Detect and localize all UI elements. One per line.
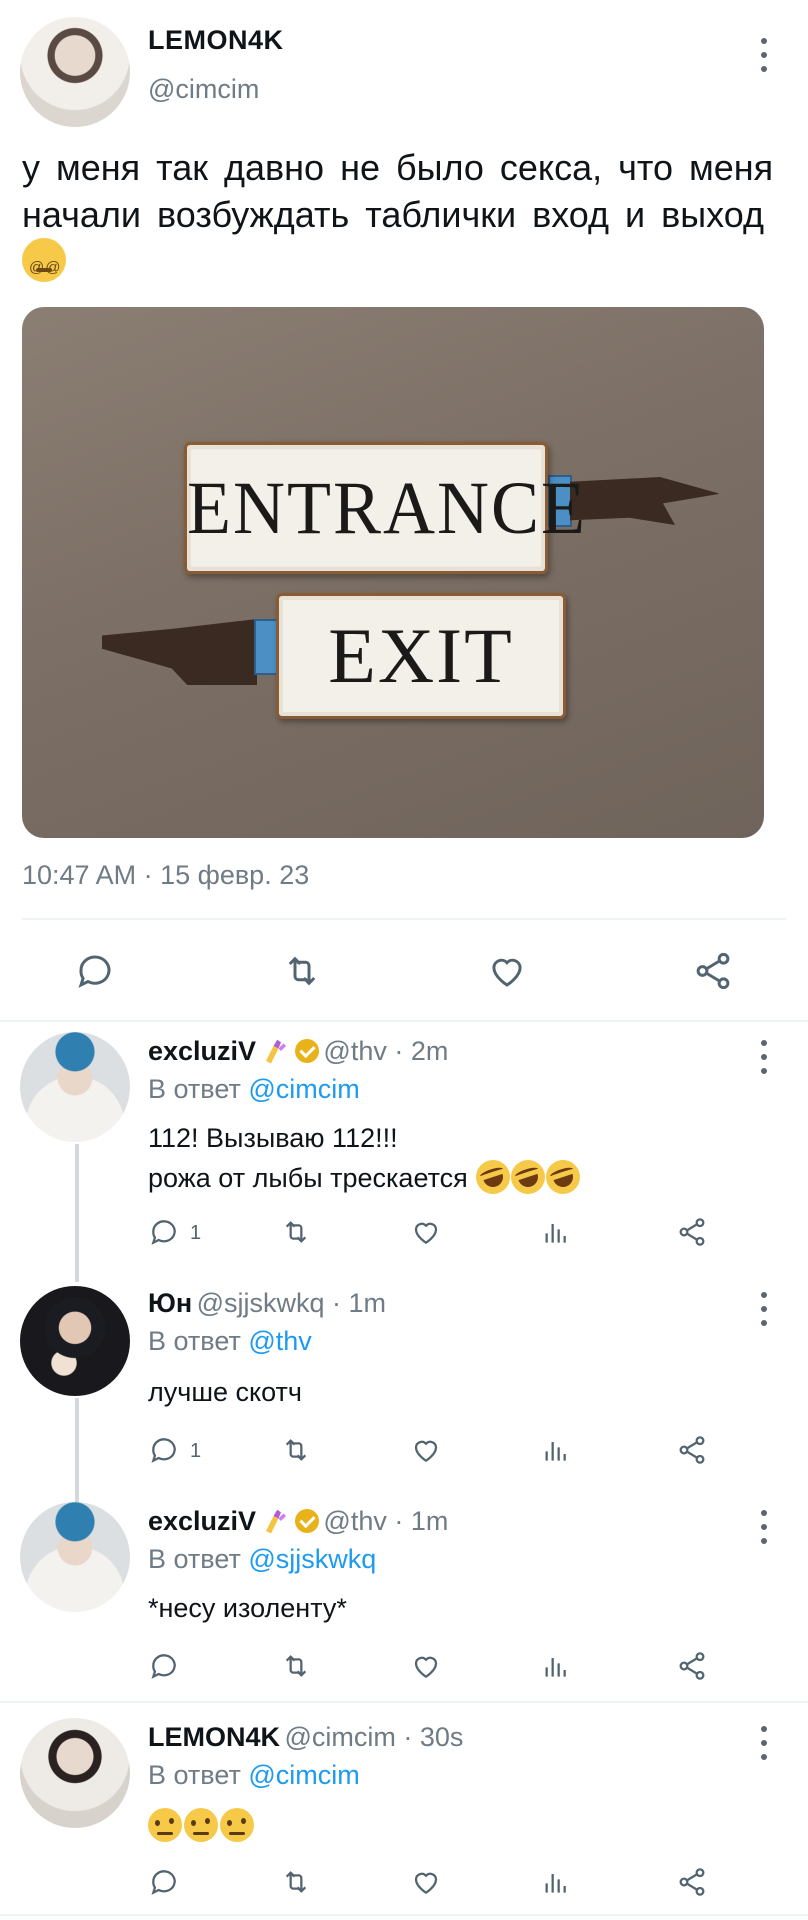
- main-author-handle[interactable]: @cimcim: [148, 74, 259, 105]
- face-with-raised-eyebrow-emoji: [220, 1808, 254, 1842]
- main-author-avatar[interactable]: [20, 17, 130, 127]
- reply-author-name[interactable]: excluziV: [148, 1036, 256, 1066]
- exit-sign: EXIT: [276, 593, 566, 719]
- share-icon[interactable]: [676, 1650, 708, 1682]
- retweet-icon[interactable]: [280, 950, 324, 992]
- like-icon[interactable]: [410, 1434, 442, 1466]
- reply-avatar[interactable]: [20, 1032, 130, 1142]
- tweet-photo[interactable]: ENTRANCE EXIT: [22, 307, 764, 838]
- views-icon[interactable]: [540, 1650, 572, 1682]
- share-icon[interactable]: [676, 1216, 708, 1248]
- pointing-hand-right-icon: [570, 477, 720, 525]
- retweet-icon[interactable]: [280, 1650, 312, 1682]
- rolling-laughing-emoji: [471, 1155, 515, 1199]
- more-options-icon[interactable]: [752, 38, 776, 72]
- reply-text-line: *несу изоленту*: [148, 1593, 347, 1623]
- thread-connector: [75, 1144, 79, 1282]
- divider: [0, 1020, 808, 1022]
- reply-header: excluziV @thv · 2m: [148, 1036, 448, 1067]
- reply-text: лучше скотч: [148, 1372, 302, 1412]
- reply-header: LEMON4K @cimcim · 30s: [148, 1722, 463, 1753]
- reply-icon[interactable]: [148, 1650, 180, 1682]
- reply-meta: @sjjskwkq · 1m: [196, 1288, 387, 1318]
- entrance-sign: ENTRANCE: [184, 441, 585, 575]
- reply-meta: @thv · 2m: [323, 1036, 449, 1066]
- reply-count: 1: [190, 1440, 202, 1462]
- replying-to-label: В ответ: [148, 1760, 249, 1790]
- nail-polish-emoji: [261, 1036, 291, 1066]
- divider: [22, 918, 786, 920]
- reply-text: 112! Вызываю 112!!! рожа от лыбы трескае…: [148, 1118, 585, 1199]
- verified-badge-icon: [294, 1509, 319, 1533]
- rolling-laughing-emoji: [541, 1155, 585, 1199]
- reply-meta: @thv · 1m: [323, 1506, 449, 1536]
- replying-to: В ответ @cimcim: [148, 1074, 360, 1105]
- retweet-icon[interactable]: [280, 1216, 312, 1248]
- replying-to-label: В ответ: [148, 1326, 249, 1356]
- reply-text-line: 112! Вызываю 112!!!: [148, 1123, 398, 1153]
- nail-polish-emoji: [261, 1506, 291, 1536]
- thread-connector: [75, 1398, 79, 1506]
- retweet-icon[interactable]: [280, 1866, 312, 1898]
- replying-to-link[interactable]: @cimcim: [248, 1074, 359, 1104]
- main-tweet-text-content: у меня так давно не было секса, что меня…: [22, 147, 774, 235]
- reply-icon[interactable]: [148, 1216, 180, 1248]
- replying-to-label: В ответ: [148, 1544, 249, 1574]
- more-options-icon[interactable]: [752, 1292, 776, 1326]
- more-options-icon[interactable]: [752, 1726, 776, 1760]
- like-icon[interactable]: [486, 950, 528, 992]
- like-icon[interactable]: [410, 1650, 442, 1682]
- reply-icon[interactable]: [148, 1434, 180, 1466]
- dizzy-face-emoji: [22, 238, 66, 291]
- reply-text: [148, 1806, 256, 1846]
- pointing-hand-left-icon: [102, 619, 257, 685]
- reply-avatar[interactable]: [20, 1718, 130, 1828]
- retweet-icon[interactable]: [280, 1434, 312, 1466]
- share-icon[interactable]: [676, 1434, 708, 1466]
- verified-badge-icon: [294, 1039, 319, 1063]
- blue-cuff-left: [254, 619, 278, 675]
- reply-header: Юн @sjjskwkq · 1m: [148, 1288, 386, 1319]
- reply-text-line: рожа от лыбы трескается: [148, 1163, 476, 1193]
- replying-to-label: В ответ: [148, 1074, 249, 1104]
- replying-to: В ответ @cimcim: [148, 1760, 360, 1791]
- share-icon[interactable]: [676, 1866, 708, 1898]
- face-with-raised-eyebrow-emoji: [148, 1808, 182, 1842]
- replying-to-link[interactable]: @sjjskwkq: [248, 1544, 376, 1574]
- replying-to: В ответ @thv: [148, 1326, 312, 1357]
- share-icon[interactable]: [692, 950, 734, 992]
- main-tweet-text: у меня так давно не было секса, что меня…: [22, 144, 802, 291]
- main-author-name[interactable]: LEMON4K: [148, 25, 284, 56]
- reply-author-name[interactable]: LEMON4K: [148, 1722, 280, 1752]
- reply-meta: @cimcim · 30s: [284, 1722, 464, 1752]
- reply-author-name[interactable]: Юн: [148, 1288, 192, 1318]
- reply-icon[interactable]: [148, 1866, 180, 1898]
- views-icon[interactable]: [540, 1866, 572, 1898]
- reply-author-name[interactable]: excluziV: [148, 1506, 256, 1536]
- divider: [0, 1914, 808, 1916]
- replying-to: В ответ @sjjskwkq: [148, 1544, 376, 1575]
- reply-icon[interactable]: [74, 950, 116, 992]
- more-options-icon[interactable]: [752, 1040, 776, 1074]
- more-options-icon[interactable]: [752, 1510, 776, 1544]
- replying-to-link[interactable]: @thv: [248, 1326, 311, 1356]
- reply-text-line: лучше скотч: [148, 1377, 302, 1407]
- reply-avatar[interactable]: [20, 1502, 130, 1612]
- like-icon[interactable]: [410, 1216, 442, 1248]
- reply-count: 1: [190, 1222, 202, 1244]
- like-icon[interactable]: [410, 1866, 442, 1898]
- reply-avatar[interactable]: [20, 1286, 130, 1396]
- views-icon[interactable]: [540, 1434, 572, 1466]
- reply-header: excluziV @thv · 1m: [148, 1506, 448, 1537]
- replying-to-link[interactable]: @cimcim: [248, 1760, 359, 1790]
- reply-text-line-wrap: рожа от лыбы трескается: [148, 1155, 585, 1199]
- rolling-laughing-emoji: [506, 1155, 550, 1199]
- reply-text: *несу изоленту*: [148, 1588, 347, 1628]
- face-with-raised-eyebrow-emoji: [184, 1808, 218, 1842]
- tweet-timestamp[interactable]: 10:47 AM · 15 февр. 23: [22, 860, 309, 891]
- divider: [0, 1701, 808, 1703]
- views-icon[interactable]: [540, 1216, 572, 1248]
